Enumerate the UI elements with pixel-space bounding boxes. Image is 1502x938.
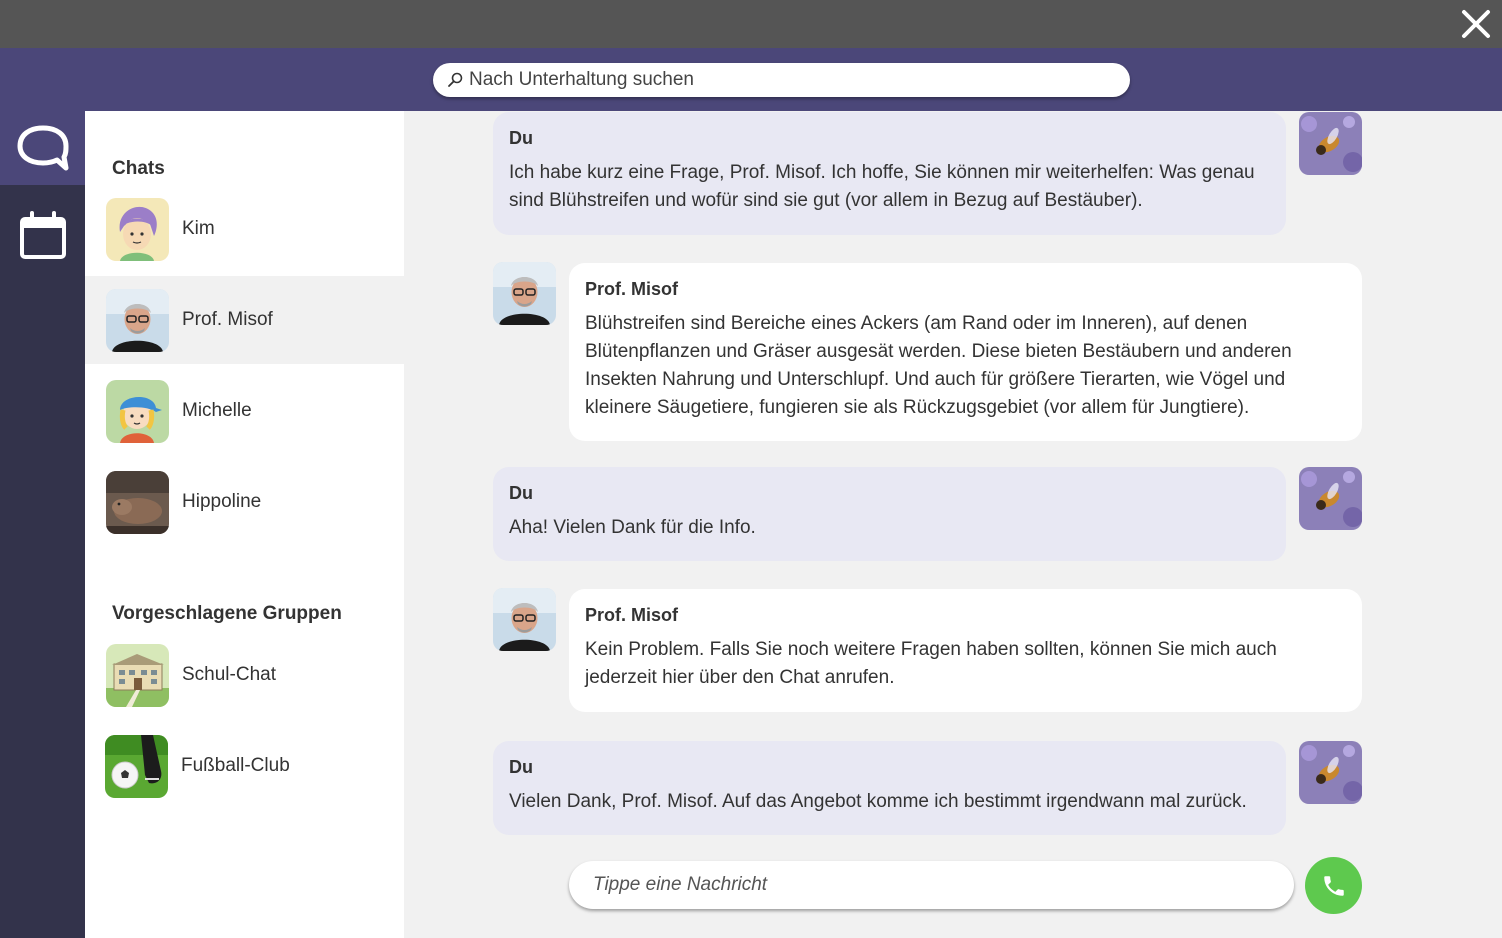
search-box[interactable] (433, 63, 1130, 97)
avatar (106, 470, 169, 534)
nav-rail (0, 111, 85, 938)
bee-avatar (1299, 112, 1362, 175)
call-button[interactable] (1305, 857, 1362, 914)
bee-avatar (1299, 467, 1362, 530)
message-text: Vielen Dank, Prof. Misof. Auf das Angebo… (509, 791, 1247, 812)
chat-item-hippoline[interactable]: Hippoline (85, 458, 404, 546)
chat-name: Michelle (182, 400, 252, 421)
chat-bubble-icon (17, 125, 68, 171)
message-sender: Prof. Misof (585, 279, 678, 299)
message-sender: Du (509, 483, 533, 503)
chat-item-fussball-club[interactable]: Fußball-Club (85, 722, 404, 810)
chat-item-prof-misof[interactable]: Prof. Misof (85, 276, 404, 364)
chat-name: Kim (182, 218, 215, 239)
chat-name: Prof. Misof (182, 309, 273, 330)
chat-name: Schul-Chat (182, 664, 276, 685)
message-sender: Prof. Misof (585, 605, 678, 625)
message-text: Ich habe kurz eine Frage, Prof. Misof. I… (509, 162, 1255, 211)
chat-item-schul-chat[interactable]: Schul-Chat (85, 631, 404, 719)
message-text: Blühstreifen sind Bereiche eines Ackers … (585, 313, 1292, 418)
chat-sidebar: Chats Kim Prof. Misof Michelle Hippoline… (85, 111, 404, 938)
avatar (106, 197, 169, 261)
avatar (106, 379, 169, 443)
message-bubble-them: Prof. Misof Blühstreifen sind Bereiche e… (569, 263, 1362, 441)
search-icon (448, 72, 463, 87)
message-input[interactable] (591, 873, 1275, 897)
avatar (106, 288, 169, 352)
avatar (106, 643, 169, 707)
message-composer (569, 861, 1294, 909)
search-bar (0, 48, 1502, 111)
search-input[interactable] (467, 68, 1091, 92)
message-bubble-me: Du Vielen Dank, Prof. Misof. Auf das Ang… (493, 741, 1286, 835)
nav-calendar[interactable] (0, 199, 85, 273)
prof-misof-avatar (493, 588, 556, 651)
groups-heading: Vorgeschlagene Gruppen (112, 603, 342, 624)
close-icon[interactable] (1460, 8, 1492, 40)
chat-item-michelle[interactable]: Michelle (85, 367, 404, 455)
message-bubble-me: Du Aha! Vielen Dank für die Info. (493, 467, 1286, 561)
message-sender: Du (509, 128, 533, 148)
message-sender: Du (509, 757, 533, 777)
prof-misof-avatar (493, 262, 556, 325)
avatar (105, 734, 168, 798)
chat-name: Hippoline (182, 491, 262, 512)
message-text: Kein Problem. Falls Sie noch weitere Fra… (585, 639, 1277, 688)
message-bubble-them: Prof. Misof Kein Problem. Falls Sie noch… (569, 589, 1362, 712)
nav-chats[interactable] (0, 111, 85, 185)
message-text: Aha! Vielen Dank für die Info. (509, 517, 756, 538)
title-bar (0, 0, 1502, 48)
phone-icon (1323, 875, 1344, 896)
bee-avatar (1299, 741, 1362, 804)
chat-item-kim[interactable]: Kim (85, 185, 404, 273)
chat-name: Fußball-Club (181, 755, 290, 776)
message-bubble-me: Du Ich habe kurz eine Frage, Prof. Misof… (493, 112, 1286, 235)
chats-heading: Chats (112, 158, 165, 179)
calendar-icon (19, 211, 66, 259)
